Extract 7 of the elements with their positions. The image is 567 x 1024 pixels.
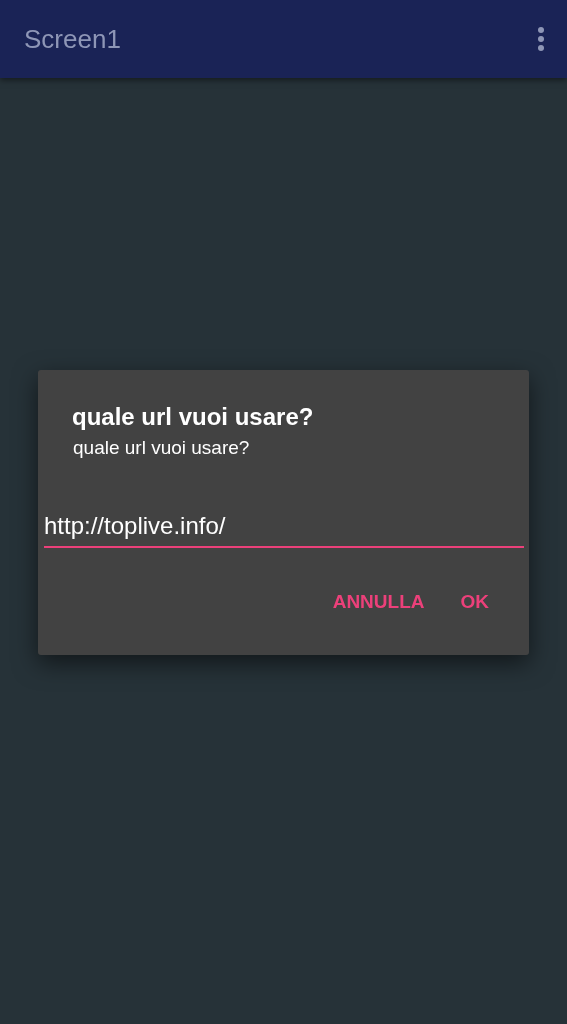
overflow-menu-icon[interactable]	[537, 26, 545, 52]
app-title: Screen1	[24, 22, 121, 56]
url-input-field[interactable]: http://toplive.info/	[44, 508, 524, 548]
ok-button[interactable]: OK	[446, 578, 503, 627]
dialog-title: quale url vuoi usare?	[72, 402, 315, 432]
dialog-message: quale url vuoi usare?	[73, 436, 251, 460]
cancel-button[interactable]: ANNULLA	[318, 578, 439, 627]
